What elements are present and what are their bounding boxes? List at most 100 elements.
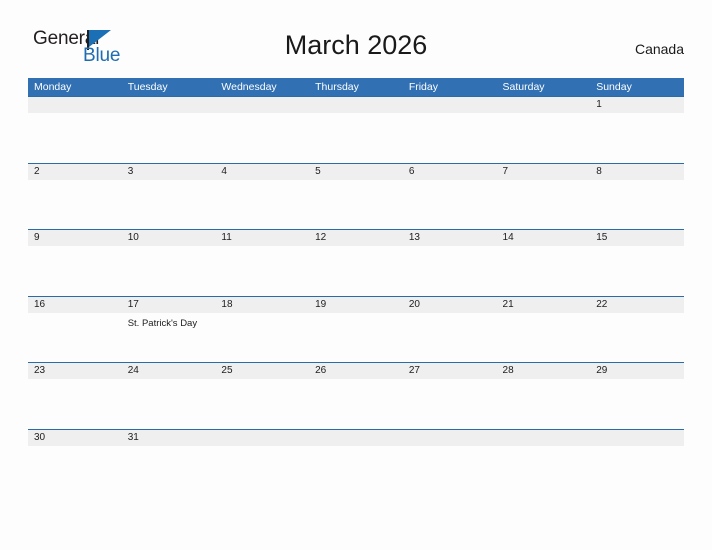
day-number: 7 — [502, 165, 509, 177]
day-cell[interactable]: 11 — [215, 230, 309, 296]
day-cell[interactable] — [309, 97, 403, 163]
day-cell[interactable]: 21 — [497, 297, 591, 363]
day-number — [315, 97, 403, 113]
day-cell[interactable]: 22 — [590, 297, 684, 363]
day-number: 19 — [315, 298, 327, 310]
day-cell[interactable]: 19 — [309, 297, 403, 363]
weekday-monday: Monday — [34, 81, 72, 93]
day-number: 24 — [127, 365, 139, 377]
day-number: 20 — [408, 298, 420, 310]
day-number: 29 — [596, 365, 608, 377]
day-number: 12 — [315, 232, 327, 244]
day-cell[interactable]: 12 — [309, 230, 403, 296]
day-number — [409, 430, 497, 446]
day-cell[interactable]: 24 — [122, 363, 216, 429]
day-cell[interactable]: 28 — [497, 363, 591, 429]
day-cell[interactable]: 31 — [122, 430, 216, 496]
weekday-header-row: Monday Tuesday Wednesday Thursday Friday… — [28, 78, 684, 96]
day-cell[interactable]: 17 St. Patrick's Day — [122, 297, 216, 363]
day-number: 17 — [127, 298, 139, 310]
day-cell[interactable]: 8 — [590, 164, 684, 230]
day-cell[interactable] — [497, 97, 591, 163]
day-number — [34, 97, 122, 113]
day-cell[interactable]: 10 — [122, 230, 216, 296]
day-cell[interactable] — [28, 97, 122, 163]
day-number: 21 — [502, 298, 514, 310]
day-cell[interactable]: 18 — [215, 297, 309, 363]
page-title: March 2026 — [284, 30, 428, 60]
day-cell[interactable]: 3 — [122, 164, 216, 230]
day-number — [596, 430, 684, 446]
day-number: 4 — [221, 165, 227, 177]
day-cell[interactable]: 9 — [28, 230, 122, 296]
day-event: St. Patrick's Day — [127, 317, 198, 329]
week-row: 1 — [28, 96, 684, 163]
week-row: 16 17 St. Patrick's Day 18 19 20 21 22 — [28, 295, 684, 363]
day-number: 11 — [221, 232, 232, 244]
day-number: 5 — [315, 165, 321, 177]
weekday-tuesday: Tuesday — [127, 81, 168, 93]
day-number: 8 — [596, 165, 602, 177]
day-number: 27 — [408, 365, 420, 377]
calendar-page: General Blue March 2026 Canada Monday Tu… — [0, 0, 712, 550]
day-number: 9 — [34, 232, 40, 244]
day-cell[interactable] — [215, 430, 309, 496]
day-number — [503, 430, 591, 446]
day-cell[interactable]: 14 — [497, 230, 591, 296]
day-cell[interactable]: 13 — [403, 230, 497, 296]
day-number: 3 — [127, 165, 134, 177]
day-number: 26 — [315, 365, 327, 377]
day-cell[interactable]: 6 — [403, 164, 497, 230]
day-cell[interactable]: 20 — [403, 297, 497, 363]
weekday-saturday: Saturday — [502, 81, 545, 93]
day-cell[interactable]: 16 — [28, 297, 122, 363]
week-row: 30 31 — [28, 428, 684, 496]
day-number — [409, 97, 497, 113]
day-number: 23 — [34, 365, 46, 377]
day-number: 13 — [408, 232, 420, 244]
day-cell[interactable] — [497, 430, 591, 496]
day-cell[interactable]: 2 — [28, 164, 122, 230]
day-number — [221, 430, 309, 446]
day-cell[interactable]: 27 — [403, 363, 497, 429]
day-number: 31 — [127, 431, 139, 443]
day-number: 22 — [596, 298, 608, 310]
day-cell[interactable]: 5 — [309, 164, 403, 230]
day-cell[interactable]: 15 — [590, 230, 684, 296]
day-number — [221, 97, 309, 113]
day-cell[interactable] — [215, 97, 309, 163]
day-number: 28 — [502, 365, 514, 377]
day-cell[interactable]: 25 — [215, 363, 309, 429]
day-cell[interactable]: 30 — [28, 430, 122, 496]
day-number — [315, 430, 403, 446]
day-cell[interactable]: 1 — [590, 97, 684, 163]
week-row: 9 10 11 12 13 14 15 — [28, 229, 684, 296]
day-cell[interactable]: 23 — [28, 363, 122, 429]
day-cell[interactable] — [590, 430, 684, 496]
day-number: 18 — [221, 298, 233, 310]
day-number: 2 — [34, 165, 40, 177]
day-number: 25 — [221, 365, 233, 377]
weekday-friday: Friday — [408, 81, 438, 93]
day-cell[interactable]: 4 — [215, 164, 309, 230]
day-number: 10 — [127, 232, 139, 244]
day-number: 14 — [502, 232, 514, 244]
day-number: 6 — [408, 165, 415, 177]
day-cell[interactable] — [403, 97, 497, 163]
week-row: 23 24 25 26 27 28 29 — [28, 362, 684, 429]
day-cell[interactable] — [403, 430, 497, 496]
day-cell[interactable]: 26 — [309, 363, 403, 429]
day-number: 30 — [34, 431, 46, 443]
day-cell[interactable] — [122, 97, 216, 163]
page-header: General Blue March 2026 Canada — [0, 0, 712, 78]
day-number: 1 — [596, 99, 602, 110]
calendar-grid: Monday Tuesday Wednesday Thursday Friday… — [28, 78, 684, 496]
day-cell[interactable]: 29 — [590, 363, 684, 429]
weekday-thursday: Thursday — [315, 81, 359, 93]
week-row: 2 3 4 5 6 7 8 — [28, 162, 684, 230]
day-cell[interactable] — [309, 430, 403, 496]
day-number: 16 — [34, 298, 46, 310]
day-number — [503, 97, 591, 113]
day-cell[interactable]: 7 — [497, 164, 591, 230]
country-label: Canada — [634, 41, 684, 57]
